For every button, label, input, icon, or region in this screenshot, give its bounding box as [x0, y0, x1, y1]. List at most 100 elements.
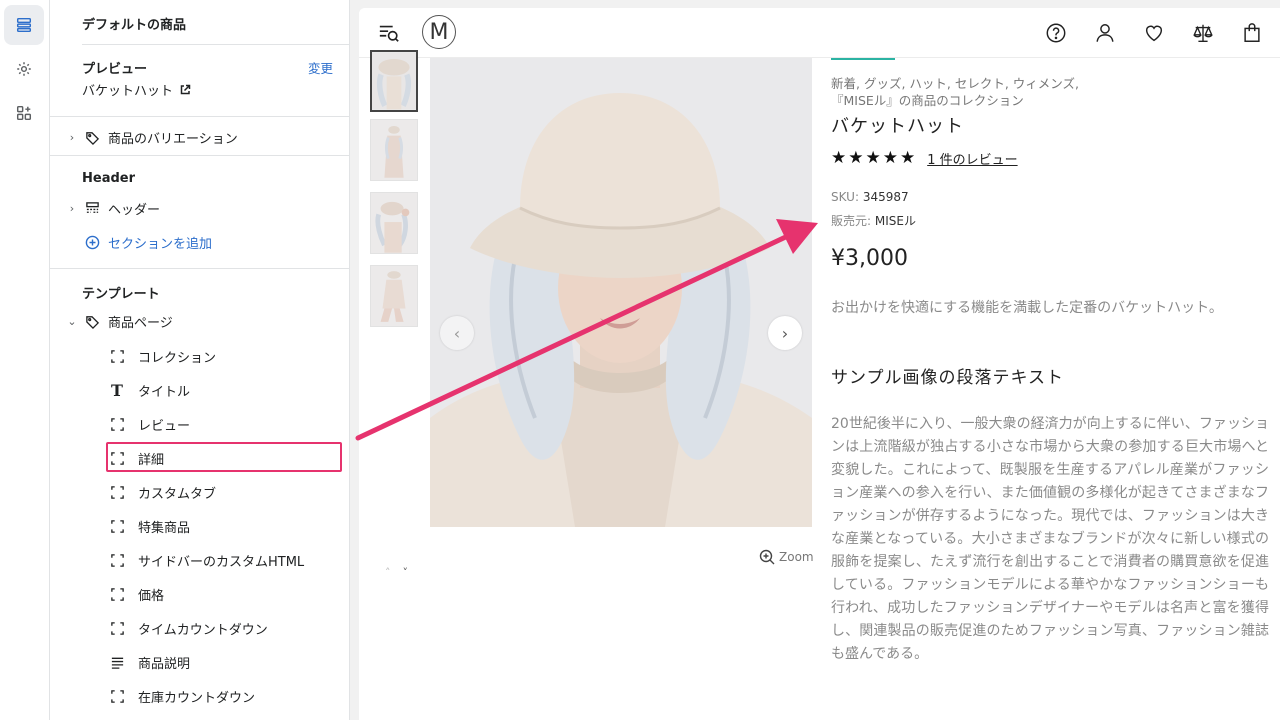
block-custom-tab[interactable]: カスタムタブ	[108, 479, 216, 505]
product-thumbnail-image	[371, 120, 417, 180]
add-section-label: セクションを追加	[108, 236, 213, 252]
tag-icon	[82, 127, 102, 147]
chevron-right-icon: ›	[69, 130, 75, 144]
block-frame-icon	[108, 619, 126, 637]
product-variations-label: 商品のバリエーション	[108, 131, 238, 147]
product-rating: ★★★★★ 1 件のレビュー	[831, 148, 1018, 168]
menu-search-button[interactable]	[377, 21, 401, 45]
account-button[interactable]	[1093, 21, 1117, 45]
collections-line: 『MISEル』の商品のコレクション	[831, 93, 1024, 108]
block-frame-icon	[108, 415, 126, 433]
section-paragraph: 20世紀後半に入り、一般大衆の経済力が向上するに伴い、ファッションは上流階級が独…	[831, 416, 1269, 662]
preview-label: プレビュー	[82, 62, 148, 77]
divider	[50, 155, 349, 156]
star-rating-icon: ★★★★★	[831, 148, 918, 168]
change-preview-link[interactable]: 変更	[308, 58, 333, 77]
block-frame-icon	[108, 347, 126, 365]
wishlist-button[interactable]	[1142, 21, 1166, 45]
heart-icon	[1145, 25, 1163, 42]
scale-icon	[1193, 24, 1213, 42]
review-count-link[interactable]: 1 件のレビュー	[927, 149, 1017, 168]
highlight-box	[106, 442, 342, 472]
header-group-heading: Header	[82, 171, 136, 186]
thumbnail-arrows: ˄ ˅	[385, 566, 408, 579]
block-stock-countdown[interactable]: 在庫カウントダウン	[108, 683, 255, 709]
product-title: バケットハット	[831, 116, 964, 137]
product-variations-item[interactable]: › 商品のバリエーション	[64, 124, 339, 150]
preview-product[interactable]: バケットハット	[82, 80, 191, 99]
product-photo	[430, 58, 812, 527]
cart-button[interactable]	[1240, 21, 1264, 45]
block-frame-icon	[108, 517, 126, 535]
block-review[interactable]: レビュー	[108, 411, 190, 437]
gear-icon	[17, 62, 31, 76]
question-circle-icon	[1046, 23, 1066, 43]
paragraph-icon	[108, 653, 126, 671]
template-title: デフォルトの商品	[82, 18, 187, 33]
apps-icon	[16, 105, 32, 121]
help-button[interactable]	[1044, 21, 1068, 45]
product-thumbnail[interactable]	[370, 265, 418, 327]
product-vendor: 販売元: MISEル	[831, 212, 916, 229]
block-label: タイトル	[138, 384, 191, 400]
header-section-item[interactable]: › ヘッダー	[64, 195, 339, 221]
block-sidebar-custom-html[interactable]: サイドバーのカスタムHTML	[108, 547, 304, 573]
prev-image-button[interactable]: ‹	[440, 316, 474, 350]
block-featured-product[interactable]: 特集商品	[108, 513, 190, 539]
product-thumbnail-image	[372, 52, 416, 110]
collections-line[interactable]: 新着, グッズ, ハット, セレクト, ウィメンズ,	[831, 75, 1261, 92]
block-time-countdown[interactable]: タイムカウントダウン	[108, 615, 268, 641]
store-header: M	[359, 8, 1280, 58]
tag-icon	[82, 311, 102, 331]
vendor-value: MISEル	[874, 214, 916, 228]
divider	[50, 268, 349, 269]
block-frame-icon	[108, 585, 126, 603]
product-thumbnail[interactable]	[370, 119, 418, 181]
compare-button[interactable]	[1191, 21, 1215, 45]
chevron-right-icon: ›	[69, 201, 75, 215]
block-label: サイドバーのカスタムHTML	[138, 554, 305, 570]
store-logo[interactable]: M	[422, 15, 456, 49]
chevron-left-icon: ‹	[453, 323, 461, 343]
chevron-down-icon: ⌄	[67, 314, 77, 328]
block-product-description[interactable]: 商品説明	[108, 649, 190, 675]
header-layout-icon	[82, 198, 102, 218]
zoom-button[interactable]: Zoom	[759, 549, 814, 565]
product-main-image[interactable]: ‹ ›	[430, 58, 812, 527]
user-icon	[1096, 24, 1114, 42]
divider	[82, 44, 349, 45]
product-page-label: 商品ページ	[108, 315, 173, 331]
chevron-right-icon: ›	[781, 323, 789, 343]
chevron-up-icon[interactable]: ˄	[385, 566, 391, 579]
storefront-preview: M ˄ ˅ ‹ › Zoom 新着, グッズ, ハット, セレクト, ウィメンズ…	[359, 8, 1280, 720]
block-label: カスタムタブ	[138, 486, 217, 502]
product-thumbnail[interactable]	[370, 192, 418, 254]
block-frame-icon	[108, 551, 126, 569]
block-label: レビュー	[138, 418, 191, 434]
product-thumbnail-image	[371, 193, 417, 253]
chevron-down-icon[interactable]: ˅	[403, 566, 409, 579]
block-collection[interactable]: コレクション	[108, 343, 216, 369]
shopping-bag-icon	[1244, 23, 1260, 42]
settings-rail-button[interactable]	[4, 49, 44, 89]
block-title[interactable]: T タイトル	[108, 377, 190, 403]
next-image-button[interactable]: ›	[768, 316, 802, 350]
vendor-label: 販売元:	[831, 214, 872, 228]
product-price: ¥3,000	[831, 246, 908, 271]
template-group-heading: テンプレート	[82, 287, 160, 302]
block-label: 特集商品	[138, 520, 191, 536]
text-icon: T	[111, 380, 123, 400]
block-frame-icon	[108, 687, 126, 705]
sections-rail-button[interactable]	[4, 5, 44, 45]
apps-rail-button[interactable]	[4, 93, 44, 133]
accent-bar	[831, 58, 895, 60]
block-price[interactable]: 価格	[108, 581, 164, 607]
sections-icon	[16, 17, 32, 33]
product-sku: SKU: 345987	[831, 190, 909, 204]
add-section-button[interactable]: セクションを追加	[64, 229, 339, 255]
product-thumbnail[interactable]	[370, 50, 418, 112]
product-page-section-item[interactable]: ⌄ 商品ページ	[64, 308, 339, 334]
block-label: 価格	[138, 588, 165, 604]
block-label: 在庫カウントダウン	[138, 690, 256, 706]
block-frame-icon	[108, 483, 126, 501]
